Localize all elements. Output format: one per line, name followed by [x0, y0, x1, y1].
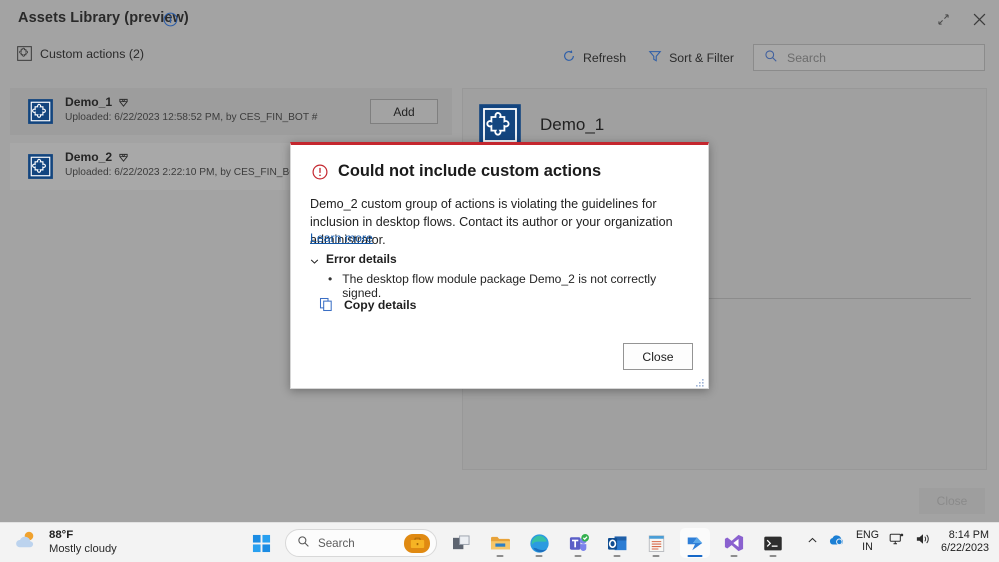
title-bar: Assets Library (preview): [0, 0, 999, 38]
error-detail-text: The desktop flow module package Demo_2 i…: [342, 272, 657, 300]
refresh-icon: [562, 49, 576, 66]
footer-close-button[interactable]: Close: [919, 488, 985, 514]
search-placeholder: Search: [787, 50, 826, 65]
language-line2: IN: [862, 540, 873, 553]
briefcase-icon[interactable]: [404, 533, 430, 553]
error-dialog: Could not include custom actions Demo_2 …: [290, 142, 709, 389]
bullet-marker: •: [328, 272, 333, 286]
list-item-main: Demo_1 Uploaded: 6/22/2023 12:58:52 PM, …: [65, 95, 317, 123]
sort-filter-label: Sort & Filter: [669, 50, 734, 65]
error-circle-icon: [312, 163, 328, 180]
filter-icon: [648, 49, 662, 66]
onedrive-icon[interactable]: [828, 533, 846, 551]
detail-header: Demo_1: [479, 104, 604, 146]
language-indicator[interactable]: ENG IN: [855, 528, 879, 554]
list-item-main: Demo_2 Uploaded: 6/22/2023 2:22:10 PM, b…: [65, 150, 312, 178]
clock-date: 6/22/2023: [940, 541, 989, 554]
dialog-header: Could not include custom actions: [312, 162, 601, 181]
taskbar-search-input[interactable]: Search: [285, 529, 437, 557]
chevron-down-icon: [310, 255, 319, 264]
teams-icon[interactable]: [563, 528, 593, 558]
weather-temperature: 88°F: [49, 529, 74, 541]
error-details-label: Error details: [326, 252, 397, 266]
network-icon[interactable]: [889, 532, 905, 551]
taskbar-center: Search: [246, 528, 788, 558]
premium-diamond-icon: [118, 152, 129, 163]
puzzle-icon: [28, 99, 53, 124]
edge-icon[interactable]: [524, 528, 554, 558]
running-indicator: [769, 554, 777, 557]
power-automate-icon[interactable]: [680, 528, 710, 558]
windows-start-icon[interactable]: [246, 528, 276, 558]
taskbar-search-placeholder: Search: [318, 536, 355, 550]
volume-icon[interactable]: [915, 532, 931, 551]
error-detail-item: • The desktop flow module package Demo_2…: [328, 272, 688, 300]
dialog-close-button[interactable]: Close: [623, 343, 693, 370]
copy-details-button[interactable]: Copy details: [319, 297, 416, 312]
running-indicator: [535, 554, 543, 557]
weather-text: 88°F Mostly cloudy: [49, 529, 117, 557]
clock[interactable]: 8:14 PM 6/22/2023: [941, 529, 989, 554]
puzzle-icon: [479, 104, 521, 146]
refresh-button[interactable]: Refresh: [559, 45, 629, 70]
list-item-name: Demo_2: [65, 150, 113, 164]
refresh-label: Refresh: [583, 50, 627, 65]
notepad-icon[interactable]: [641, 528, 671, 558]
tab-label: Custom actions (2): [40, 46, 144, 61]
learn-more-link[interactable]: Learn more: [310, 231, 373, 245]
running-indicator: [613, 554, 621, 557]
sort-filter-button[interactable]: Sort & Filter: [645, 45, 737, 70]
list-item-title: Demo_1: [65, 95, 317, 109]
command-bar: Custom actions (2) Refresh Sort & Filter…: [0, 38, 999, 76]
copy-icon: [319, 297, 334, 312]
dialog-title: Could not include custom actions: [338, 162, 602, 180]
error-details-expander[interactable]: Error details: [310, 252, 397, 266]
weather-widget[interactable]: 88°F Mostly cloudy: [14, 529, 117, 557]
running-indicator: [687, 554, 703, 557]
weather-description: Mostly cloudy: [49, 542, 117, 555]
search-icon: [297, 535, 310, 551]
puzzle-icon: [17, 46, 32, 61]
terminal-icon[interactable]: [758, 528, 788, 558]
running-indicator: [652, 554, 660, 557]
resize-grip-icon[interactable]: [694, 375, 705, 387]
list-item-subtitle: Uploaded: 6/22/2023 12:58:52 PM, by CES_…: [65, 112, 318, 123]
search-input[interactable]: Search: [753, 44, 985, 71]
outlook-icon[interactable]: [602, 528, 632, 558]
language-line1: ENG: [855, 528, 879, 541]
detail-title: Demo_1: [540, 115, 605, 134]
file-explorer-icon[interactable]: [485, 528, 515, 558]
list-item-subtitle: Uploaded: 6/22/2023 2:22:10 PM, by CES_F…: [65, 167, 312, 178]
task-view-icon[interactable]: [446, 528, 476, 558]
clock-time: 8:14 PM: [948, 529, 989, 541]
puzzle-icon: [28, 154, 53, 179]
command-bar-actions: Refresh Sort & Filter Search: [559, 44, 985, 71]
add-button[interactable]: Add: [370, 99, 438, 124]
running-indicator: [730, 554, 738, 557]
info-icon[interactable]: [163, 12, 178, 27]
search-icon: [764, 49, 778, 66]
restore-button[interactable]: [928, 6, 958, 32]
chevron-up-icon[interactable]: [807, 533, 818, 551]
sun-cloud-icon: [14, 529, 40, 556]
visual-studio-icon[interactable]: [719, 528, 749, 558]
copy-details-label: Copy details: [344, 297, 417, 312]
tab-custom-actions[interactable]: Custom actions (2): [17, 46, 144, 61]
window-footer: Close: [0, 480, 999, 522]
premium-diamond-icon: [118, 97, 129, 108]
close-window-button[interactable]: [964, 6, 994, 32]
list-item-name: Demo_1: [65, 95, 113, 109]
list-item[interactable]: Demo_1 Uploaded: 6/22/2023 12:58:52 PM, …: [10, 88, 452, 135]
running-indicator: [496, 554, 504, 557]
taskbar: 88°F Mostly cloudy Search ENG IN 8:14 PM…: [0, 522, 999, 562]
list-item-title: Demo_2: [65, 150, 312, 164]
system-tray: ENG IN 8:14 PM 6/22/2023: [807, 529, 989, 554]
running-indicator: [574, 554, 582, 557]
